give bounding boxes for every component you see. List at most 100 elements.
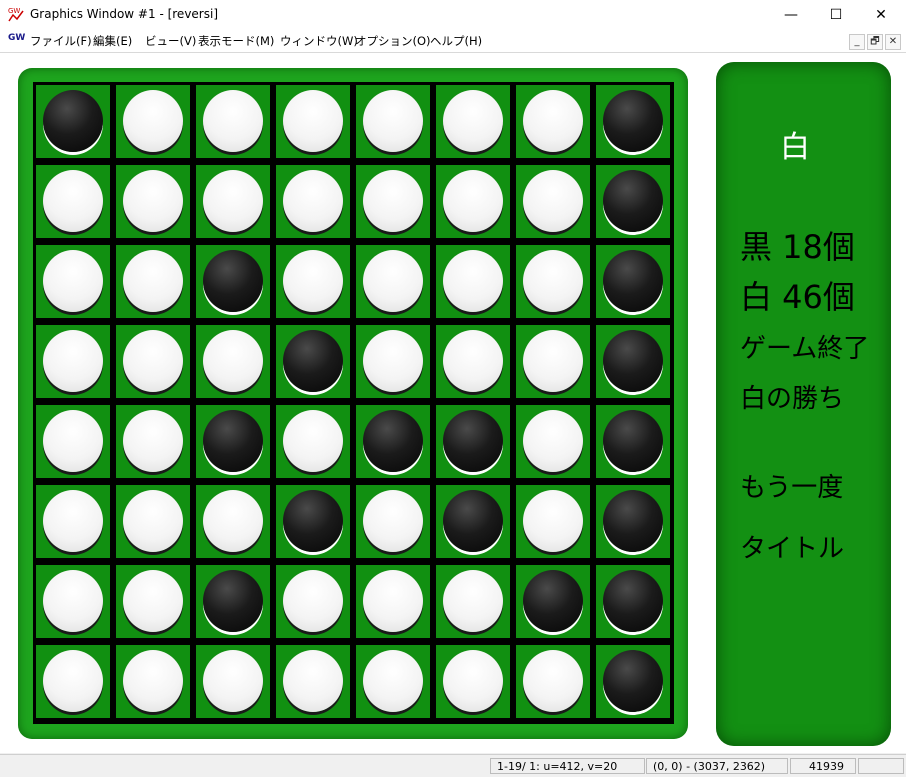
- board-cell[interactable]: [516, 485, 590, 558]
- document-icon[interactable]: GW: [8, 33, 25, 47]
- black-disc: [603, 410, 663, 472]
- white-disc: [363, 650, 423, 712]
- board-cell[interactable]: [596, 565, 670, 638]
- board-cell[interactable]: [36, 165, 110, 238]
- board-cell[interactable]: [436, 165, 510, 238]
- white-disc: [283, 250, 343, 312]
- mdi-minimize-button[interactable]: _: [849, 34, 865, 50]
- board-cell[interactable]: [116, 165, 190, 238]
- title-button[interactable]: タイトル: [740, 528, 844, 565]
- board-cell[interactable]: [196, 565, 270, 638]
- board-cell[interactable]: [596, 485, 670, 558]
- board-cell[interactable]: [196, 485, 270, 558]
- board-cell[interactable]: [116, 405, 190, 478]
- board-cell[interactable]: [196, 245, 270, 318]
- board-cell[interactable]: [356, 565, 430, 638]
- board-cell[interactable]: [436, 645, 510, 718]
- white-disc: [123, 330, 183, 392]
- board-cell[interactable]: [36, 485, 110, 558]
- mdi-restore-button[interactable]: 🗗: [867, 34, 883, 50]
- board-cell[interactable]: [356, 245, 430, 318]
- board-cell[interactable]: [196, 85, 270, 158]
- white-count: 白 46個: [740, 278, 855, 316]
- board-cell[interactable]: [516, 645, 590, 718]
- board-cell[interactable]: [276, 85, 350, 158]
- menu-display-mode[interactable]: 表示モード(M): [198, 33, 274, 49]
- board-cell[interactable]: [436, 325, 510, 398]
- board-cell[interactable]: [356, 645, 430, 718]
- menu-file[interactable]: ファイル(F): [30, 33, 92, 49]
- board-cell[interactable]: [276, 565, 350, 638]
- board-cell[interactable]: [596, 245, 670, 318]
- board-cell[interactable]: [276, 645, 350, 718]
- board-cell[interactable]: [596, 405, 670, 478]
- menu-options[interactable]: オプション(O): [355, 33, 431, 49]
- white-disc: [43, 650, 103, 712]
- board-cell[interactable]: [596, 645, 670, 718]
- board-cell[interactable]: [196, 645, 270, 718]
- title-bar: GW Graphics Window #1 - [reversi] — ☐ ✕: [0, 0, 906, 30]
- board-cell[interactable]: [276, 325, 350, 398]
- board-cell[interactable]: [356, 405, 430, 478]
- board-cell[interactable]: [116, 485, 190, 558]
- board-cell[interactable]: [276, 405, 350, 478]
- turn-indicator: 白: [780, 130, 810, 165]
- board-cell[interactable]: [356, 485, 430, 558]
- board-cell[interactable]: [36, 565, 110, 638]
- board-cell[interactable]: [516, 405, 590, 478]
- status-count: 41939: [790, 758, 856, 774]
- board-cell[interactable]: [516, 165, 590, 238]
- menu-edit[interactable]: 編集(E): [93, 33, 132, 49]
- board-cell[interactable]: [116, 565, 190, 638]
- black-disc: [283, 490, 343, 552]
- board-cell[interactable]: [596, 85, 670, 158]
- board-cell[interactable]: [436, 485, 510, 558]
- menu-help[interactable]: ヘルプ(H): [430, 33, 482, 49]
- board-cell[interactable]: [516, 245, 590, 318]
- board-cell[interactable]: [196, 165, 270, 238]
- board-cell[interactable]: [436, 565, 510, 638]
- board-cell[interactable]: [36, 405, 110, 478]
- board-cell[interactable]: [356, 85, 430, 158]
- board-cell[interactable]: [436, 405, 510, 478]
- white-disc: [283, 570, 343, 632]
- maximize-button[interactable]: ☐: [813, 0, 859, 30]
- black-disc: [603, 650, 663, 712]
- mdi-close-button[interactable]: ✕: [885, 34, 901, 50]
- board-cell[interactable]: [516, 565, 590, 638]
- board-cell[interactable]: [36, 85, 110, 158]
- board-cell[interactable]: [516, 325, 590, 398]
- board-cell[interactable]: [36, 245, 110, 318]
- white-disc: [363, 170, 423, 232]
- black-disc: [443, 410, 503, 472]
- board-cell[interactable]: [116, 245, 190, 318]
- menu-window[interactable]: ウィンドウ(W): [280, 33, 358, 49]
- reversi-board[interactable]: [33, 82, 674, 724]
- board-cell[interactable]: [276, 245, 350, 318]
- board-cell[interactable]: [516, 85, 590, 158]
- white-disc: [283, 170, 343, 232]
- board-cell[interactable]: [116, 325, 190, 398]
- black-disc: [523, 570, 583, 632]
- minimize-button[interactable]: —: [768, 0, 814, 30]
- board-cell[interactable]: [596, 325, 670, 398]
- menu-view[interactable]: ビュー(V): [145, 33, 196, 49]
- board-cell[interactable]: [196, 405, 270, 478]
- board-cell[interactable]: [36, 325, 110, 398]
- board-cell[interactable]: [276, 165, 350, 238]
- board-cell[interactable]: [276, 485, 350, 558]
- board-cell[interactable]: [436, 245, 510, 318]
- retry-button[interactable]: もう一度: [740, 467, 843, 504]
- board-cell[interactable]: [36, 645, 110, 718]
- black-disc: [43, 90, 103, 152]
- white-disc: [523, 650, 583, 712]
- close-button[interactable]: ✕: [858, 0, 904, 30]
- board-cell[interactable]: [596, 165, 670, 238]
- board-cell[interactable]: [356, 165, 430, 238]
- board-cell[interactable]: [436, 85, 510, 158]
- board-cell[interactable]: [116, 85, 190, 158]
- board-cell[interactable]: [116, 645, 190, 718]
- board-cell[interactable]: [196, 325, 270, 398]
- white-disc: [363, 250, 423, 312]
- board-cell[interactable]: [356, 325, 430, 398]
